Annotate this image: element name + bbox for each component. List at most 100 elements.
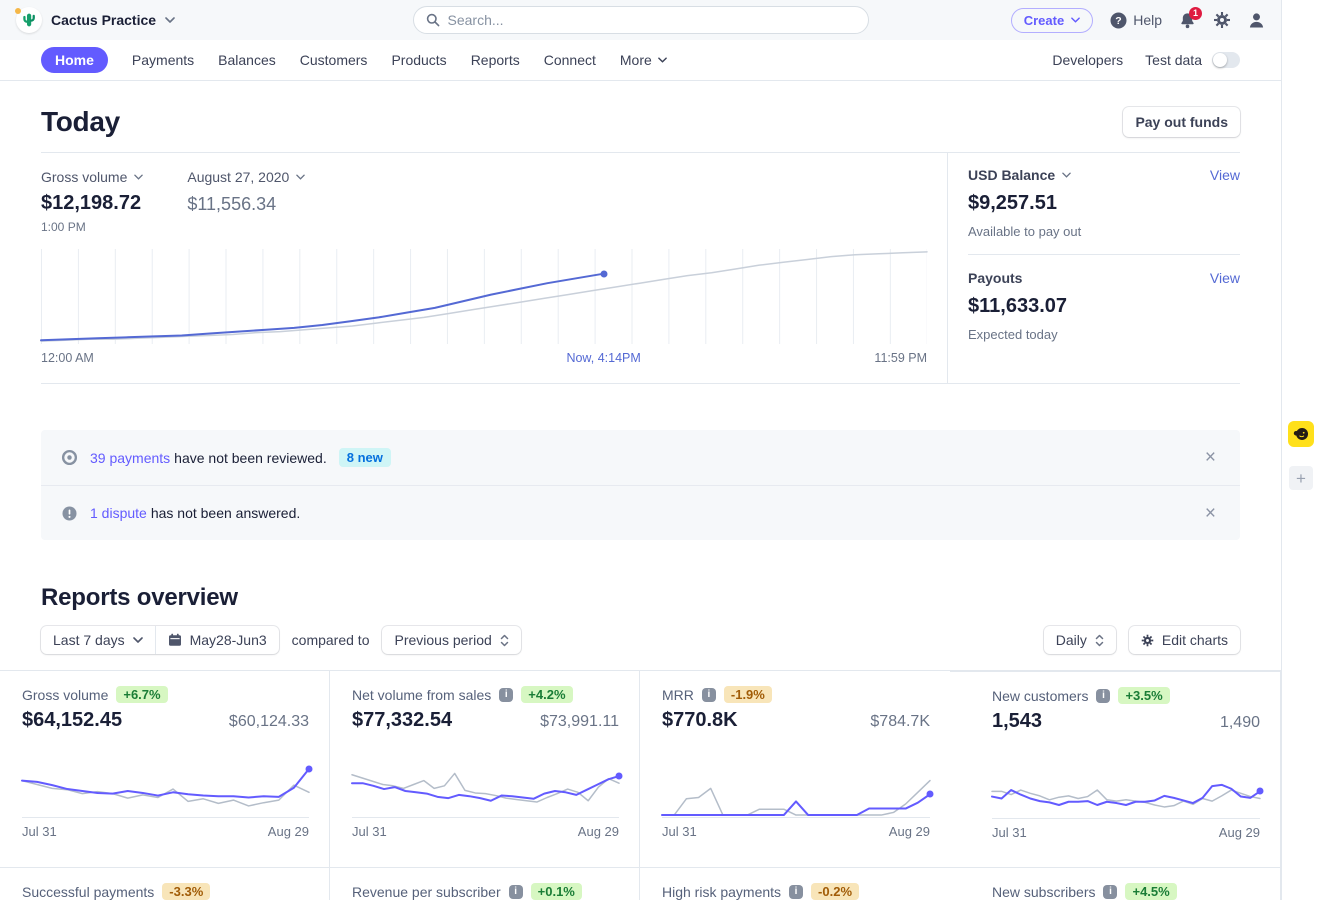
- search-bar[interactable]: [413, 6, 869, 34]
- close-icon[interactable]: ×: [1205, 448, 1216, 467]
- nav-tab[interactable]: More: [620, 52, 667, 68]
- notifications-button[interactable]: 1: [1179, 12, 1196, 29]
- help-button[interactable]: ? Help: [1110, 12, 1162, 29]
- create-button[interactable]: Create: [1011, 8, 1093, 33]
- trend-badge: -3.3%: [162, 883, 210, 900]
- topbar: Cactus Practice Create ? Help 1: [0, 0, 1281, 40]
- metric-label: Net volume from sales: [352, 687, 491, 703]
- new-count-badge: 8 new: [339, 448, 391, 467]
- nav-tab[interactable]: Customers: [300, 52, 368, 68]
- metric-card: New subscribers i +4.5% 12,068: [950, 867, 1281, 900]
- dispute-link[interactable]: 1 dispute: [90, 505, 147, 521]
- chart-x-now: Now, 4:14PM: [566, 351, 640, 365]
- spark-x-start: Jul 31: [22, 824, 57, 839]
- mailchimp-icon: [1292, 425, 1310, 443]
- metric-card: New customers i +3.5% 1,543 1,490 Jul 31…: [950, 671, 1281, 867]
- payouts-value: $11,633.07: [968, 295, 1240, 318]
- usd-balance-view-link[interactable]: View: [1210, 167, 1240, 183]
- notification-text: has not been answered.: [151, 505, 300, 521]
- test-data-label: Test data: [1145, 52, 1202, 68]
- date-range-button[interactable]: May28-Jun3: [155, 626, 279, 654]
- chart-x-end: 11:59 PM: [874, 351, 927, 365]
- nav-tab[interactable]: Products: [391, 52, 446, 68]
- gear-icon: [1141, 634, 1154, 647]
- range-preset-button[interactable]: Last 7 days: [41, 626, 155, 654]
- developers-link[interactable]: Developers: [1052, 52, 1123, 68]
- metric-sparkline: [352, 752, 619, 818]
- info-icon[interactable]: i: [1103, 885, 1117, 899]
- profile-button[interactable]: [1248, 12, 1265, 28]
- payouts-caption: Expected today: [968, 327, 1240, 342]
- chevron-down-icon: [1071, 17, 1080, 23]
- chevron-down-icon: [133, 637, 143, 643]
- usd-balance-selector[interactable]: USD Balance: [968, 167, 1071, 183]
- today-section: Gross volume $12,198.72 1:00 PM August 2…: [41, 152, 1240, 384]
- search-icon: [426, 13, 440, 27]
- pay-out-funds-button[interactable]: Pay out funds: [1123, 107, 1240, 137]
- info-icon[interactable]: i: [509, 885, 523, 899]
- mailchimp-app-button[interactable]: [1288, 421, 1314, 447]
- nav-tab[interactable]: Home: [41, 47, 108, 73]
- alert-icon: [61, 505, 78, 522]
- nav-tab[interactable]: Connect: [544, 52, 596, 68]
- settings-button[interactable]: [1213, 11, 1231, 29]
- metric-value: $770.8K: [662, 709, 738, 732]
- date-range-control: Last 7 days May28-Jun3: [41, 626, 279, 654]
- notification-text: have not been reviewed.: [174, 450, 327, 466]
- user-icon: [1248, 12, 1265, 28]
- nav-tab[interactable]: Payments: [132, 52, 194, 68]
- reports-title: Reports overview: [41, 584, 1240, 612]
- trend-badge: +3.5%: [1118, 687, 1169, 704]
- today-volume-chart: [41, 249, 927, 344]
- updown-icon: [500, 634, 509, 647]
- compare-date-value: $11,556.34: [187, 194, 305, 215]
- info-icon[interactable]: i: [499, 688, 513, 702]
- metric-label: Successful payments: [22, 884, 154, 900]
- payouts-label: Payouts: [968, 270, 1022, 286]
- close-icon[interactable]: ×: [1205, 504, 1216, 523]
- payments-review-link[interactable]: 39 payments: [90, 450, 170, 466]
- review-eye-icon: [61, 449, 78, 466]
- dashboard-app: Cactus Practice Create ? Help 1: [0, 0, 1281, 900]
- metric-compare-value: $784.7K: [870, 713, 930, 731]
- metric-sparkline: [22, 752, 309, 818]
- interval-select[interactable]: Daily: [1044, 626, 1116, 654]
- comparison-period-select[interactable]: Previous period: [382, 626, 520, 654]
- notification-badge: 1: [1189, 7, 1202, 20]
- calendar-icon: [168, 633, 182, 647]
- help-icon: ?: [1110, 12, 1127, 29]
- nav-tab[interactable]: Balances: [218, 52, 276, 68]
- metric-label: Gross volume: [22, 687, 108, 703]
- metric-value: $64,152.45: [22, 709, 122, 732]
- search-input[interactable]: [448, 12, 856, 28]
- info-icon[interactable]: i: [789, 885, 803, 899]
- spark-x-end: Aug 29: [268, 824, 309, 839]
- payments-review-notification: 39 paymentshave not been reviewed. 8 new…: [41, 430, 1240, 485]
- spark-x-start: Jul 31: [662, 824, 697, 839]
- add-button[interactable]: +: [1289, 466, 1313, 490]
- test-data-toggle[interactable]: [1212, 52, 1240, 68]
- chevron-down-icon: [1062, 172, 1071, 178]
- cactus-logo-icon: [16, 7, 42, 33]
- payouts-view-link[interactable]: View: [1210, 270, 1240, 286]
- nav-tab[interactable]: Reports: [471, 52, 520, 68]
- edit-charts-button[interactable]: Edit charts: [1129, 626, 1240, 654]
- balances-panel: USD Balance View $9,257.51 Available to …: [948, 153, 1240, 383]
- metric-card: Net volume from sales i +4.2% $77,332.54…: [330, 671, 640, 867]
- info-icon[interactable]: i: [702, 688, 716, 702]
- trend-badge: +4.2%: [521, 686, 572, 703]
- metric-cards-grid: Gross volume +6.7% $64,152.45 $60,124.33…: [0, 670, 1281, 900]
- dispute-notification: 1 disputehas not been answered. ×: [41, 485, 1240, 540]
- chart-x-start: 12:00 AM: [41, 351, 94, 365]
- info-icon[interactable]: i: [1096, 689, 1110, 703]
- gross-volume-value: $12,198.72: [41, 192, 143, 215]
- utility-rail: +: [1281, 0, 1320, 900]
- account-switcher[interactable]: Cactus Practice: [16, 7, 175, 33]
- usd-balance-caption: Available to pay out: [968, 224, 1240, 239]
- metric-sparkline: [992, 753, 1260, 819]
- main-content: Today Pay out funds Gross volume $12,198…: [0, 106, 1281, 900]
- metric-label: Revenue per subscriber: [352, 884, 501, 900]
- compare-date-selector[interactable]: August 27, 2020: [187, 169, 305, 185]
- trend-badge: +0.1%: [531, 883, 582, 900]
- gross-volume-selector[interactable]: Gross volume: [41, 169, 143, 185]
